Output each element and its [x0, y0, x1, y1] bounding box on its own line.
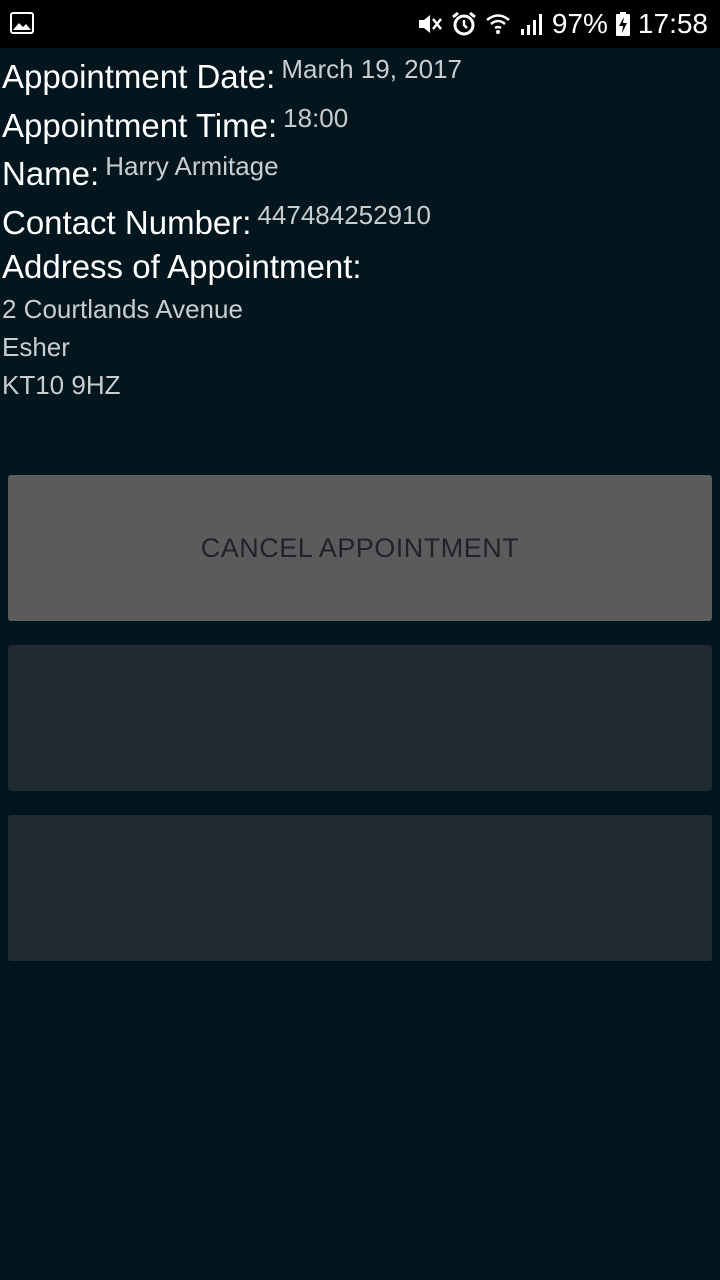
appointment-time-label: Appointment Time: — [2, 107, 278, 144]
address-line: 2 Courtlands Avenue — [2, 294, 243, 324]
cancel-appointment-button[interactable]: CANCEL APPOINTMENT — [8, 475, 712, 621]
mute-icon — [418, 15, 442, 33]
battery-charging-icon — [615, 12, 630, 36]
contact-number-value: 447484252910 — [257, 200, 431, 230]
name-label: Name: — [2, 155, 100, 192]
secondary-button[interactable] — [8, 645, 712, 791]
appointment-date-value: March 19, 2017 — [281, 54, 463, 84]
status-icons: 97% 17:58 — [416, 0, 708, 48]
appointment-date-label: Appointment Date: — [2, 58, 276, 95]
address-row: Address of Appointment: — [2, 248, 362, 286]
address-line: Esher — [2, 332, 70, 362]
image-icon — [10, 12, 34, 34]
signal-icon — [520, 14, 542, 35]
status-bar: 97% 17:58 — [0, 0, 720, 48]
alarm-icon — [451, 11, 476, 36]
contact-number-label: Contact Number: — [2, 204, 252, 241]
contact-number-row: Contact Number: 447484252910 — [2, 200, 431, 242]
name-row: Name: Harry Armitage — [2, 151, 279, 193]
appointment-time-row: Appointment Time: 18:00 — [2, 103, 348, 145]
battery-percentage: 97% — [551, 8, 608, 39]
appointment-date-row: Appointment Date: March 19, 2017 — [2, 54, 462, 96]
name-value: Harry Armitage — [105, 151, 279, 181]
clock: 17:58 — [637, 8, 708, 39]
tertiary-button[interactable] — [8, 815, 712, 961]
wifi-icon — [486, 14, 510, 34]
address-line: KT10 9HZ — [2, 370, 121, 400]
address-label: Address of Appointment: — [2, 248, 362, 285]
appointment-time-value: 18:00 — [283, 103, 349, 133]
